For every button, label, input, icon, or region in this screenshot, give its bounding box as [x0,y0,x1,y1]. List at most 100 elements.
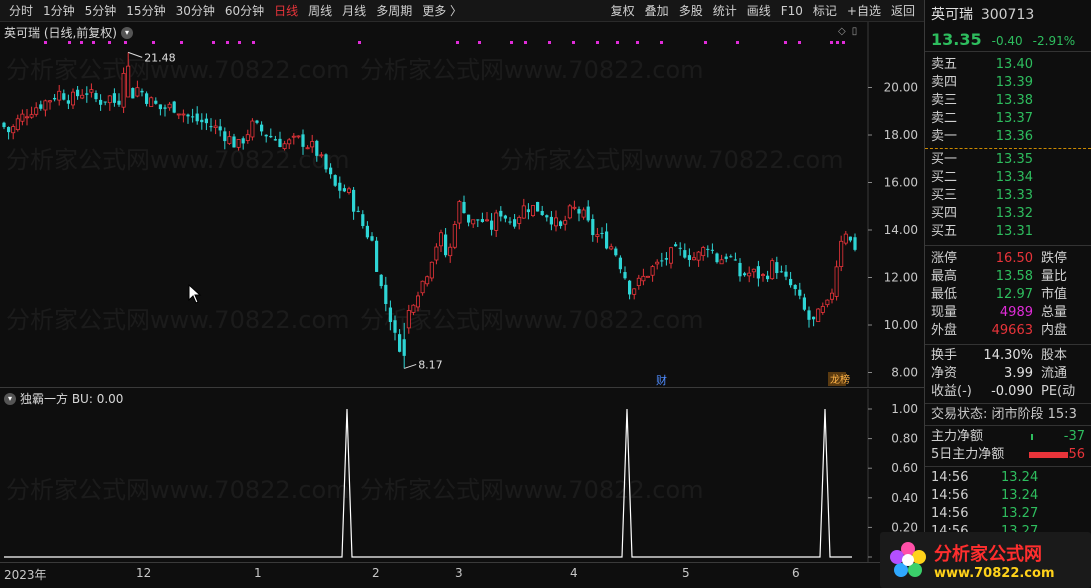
tick-time: 14:56 [931,506,969,521]
candle-body [733,259,737,261]
candle-body [282,143,287,149]
period-tab[interactable]: 分时 [4,0,38,22]
y-tick-label: 14.00 [884,223,918,237]
candle-body [209,126,213,128]
candle-body [191,116,195,118]
period-tab[interactable]: 5分钟 [80,0,122,22]
stat-value: 3.99 [1004,366,1033,381]
bid-level-label: 买五 [931,224,958,239]
panel-toggle-icon[interactable]: ▯ [852,26,858,37]
bid-level: 买五 13.31 [925,223,1091,241]
period-tab[interactable]: 多周期 [371,0,417,22]
stat-row: 最低 12.97 市值 [925,286,1091,304]
indicator-chart: 1.000.800.600.400.200.00 [4,389,918,562]
toolbar-action-button[interactable]: 标记 [808,0,842,22]
price-change-pct: -2.91% [1032,34,1076,48]
candle-body [384,284,388,304]
indicator-panel[interactable]: ▾ 独霸一方 BU: 0.00 1.000.800.600.400.200.00 [0,389,924,562]
candle-body [379,274,383,287]
candle-body [89,89,94,93]
candle-body [213,125,218,128]
candle-body [444,234,448,256]
period-tab[interactable]: 30分钟 [171,0,220,22]
candle-body [839,240,844,267]
ask-level-price: 13.38 [995,93,1033,108]
chevron-down-icon[interactable]: ▾ [121,26,133,39]
ask-level-price: 13.37 [995,111,1033,126]
candle-body [310,141,315,148]
signal-dot [252,41,255,44]
capital-flow-value: -37 [1063,429,1085,444]
tick-time: 14:56 [931,488,969,503]
candle-body [567,205,572,219]
candle-body [632,288,637,295]
capital-flow-value: 56 [1068,447,1085,462]
toolbar-action-button[interactable]: 多股 [674,0,708,22]
candle-body [346,188,351,193]
period-tab[interactable]: 15分钟 [121,0,170,22]
candle-body [80,94,85,99]
bid-level-label: 买一 [931,152,958,167]
period-tab[interactable]: 日线 [269,0,303,22]
period-tab[interactable]: 60分钟 [220,0,269,22]
candle-body [223,131,227,142]
chevron-down-icon[interactable]: ▾ [4,392,16,405]
trade-status-text: 交易状态: 闭市阶段 15:3 [931,406,1077,422]
candle-body [200,119,204,123]
toolbar-action-button[interactable]: +自选 [842,0,886,22]
candle-body [766,275,770,280]
stat-label-secondary: 总量 [1041,305,1068,320]
candle-body [798,289,802,296]
financial-report-mark[interactable]: 财 [656,373,667,387]
candle-body [600,232,604,234]
stat-label-secondary: 市值 [1041,287,1068,302]
toolbar-action-button[interactable]: 统计 [708,0,742,22]
kline-panel[interactable]: 英可瑞 (日线,前复权) ▾ ◇ ▯ 20.00 18.00 16.00 14.00 1… [0,22,924,388]
stat-label-secondary: 量比 [1041,269,1068,284]
signal-dot [478,41,481,44]
candle-body [232,136,236,148]
candle-body [420,280,425,294]
candle-body [628,280,632,295]
period-tab[interactable]: 月线 [337,0,371,22]
signal-dot [842,41,845,44]
signal-dot [836,41,839,44]
toolbar-action-button[interactable]: 叠加 [640,0,674,22]
tick-price: 13.27 [1001,506,1039,521]
candle-body [531,205,536,216]
candle-body [513,219,517,227]
period-tab[interactable]: 1分钟 [38,0,80,22]
stock-header: 英可瑞 300713 13.35 -0.40 -2.91% [925,0,1091,52]
candle-body [692,257,697,261]
toolbar-action-button[interactable]: F10 [776,0,808,22]
candle-body [315,140,319,156]
stat-value: 13.58 [995,269,1033,284]
signal-dot [180,41,183,44]
capital-flow-label: 主力净额 [931,429,984,444]
tick-row: 14:56 13.24 [925,469,1091,487]
candle-body [121,72,126,108]
high-price-label: 21.48 [144,51,176,64]
period-tab[interactable]: 更多 〉 [417,0,467,22]
signal-dot [212,41,215,44]
stat-row: 收益(-) -0.090 PE(动 [925,383,1091,401]
signal-dot [704,41,707,44]
candle-body [646,275,651,278]
dragon-tiger-mark[interactable]: 龙榜 [830,373,850,386]
price-stats: 涨停 16.50 跌停 最高 13.58 量比 最低 12.97 市值 现量 4989 总量 外盘 496… [925,246,1091,345]
candle-body [471,219,476,225]
candle-body [687,255,691,261]
candle-body [476,219,480,221]
candle-body [7,127,11,133]
toolbar-action-button[interactable]: 复权 [606,0,640,22]
capital-flow-label: 5日主力净额 [931,447,1005,462]
mouse-cursor-icon [188,284,202,304]
x-axis-label: 12 [136,566,152,580]
toolbar-action-button[interactable]: 画线 [742,0,776,22]
diamond-icon[interactable]: ◇ [838,26,846,37]
period-tab[interactable]: 周线 [303,0,337,22]
signal-dot [524,41,527,44]
toolbar-action-button[interactable]: 返回 [886,0,920,22]
logo-url: www.70822.com [934,565,1055,581]
candle-body [20,113,25,122]
